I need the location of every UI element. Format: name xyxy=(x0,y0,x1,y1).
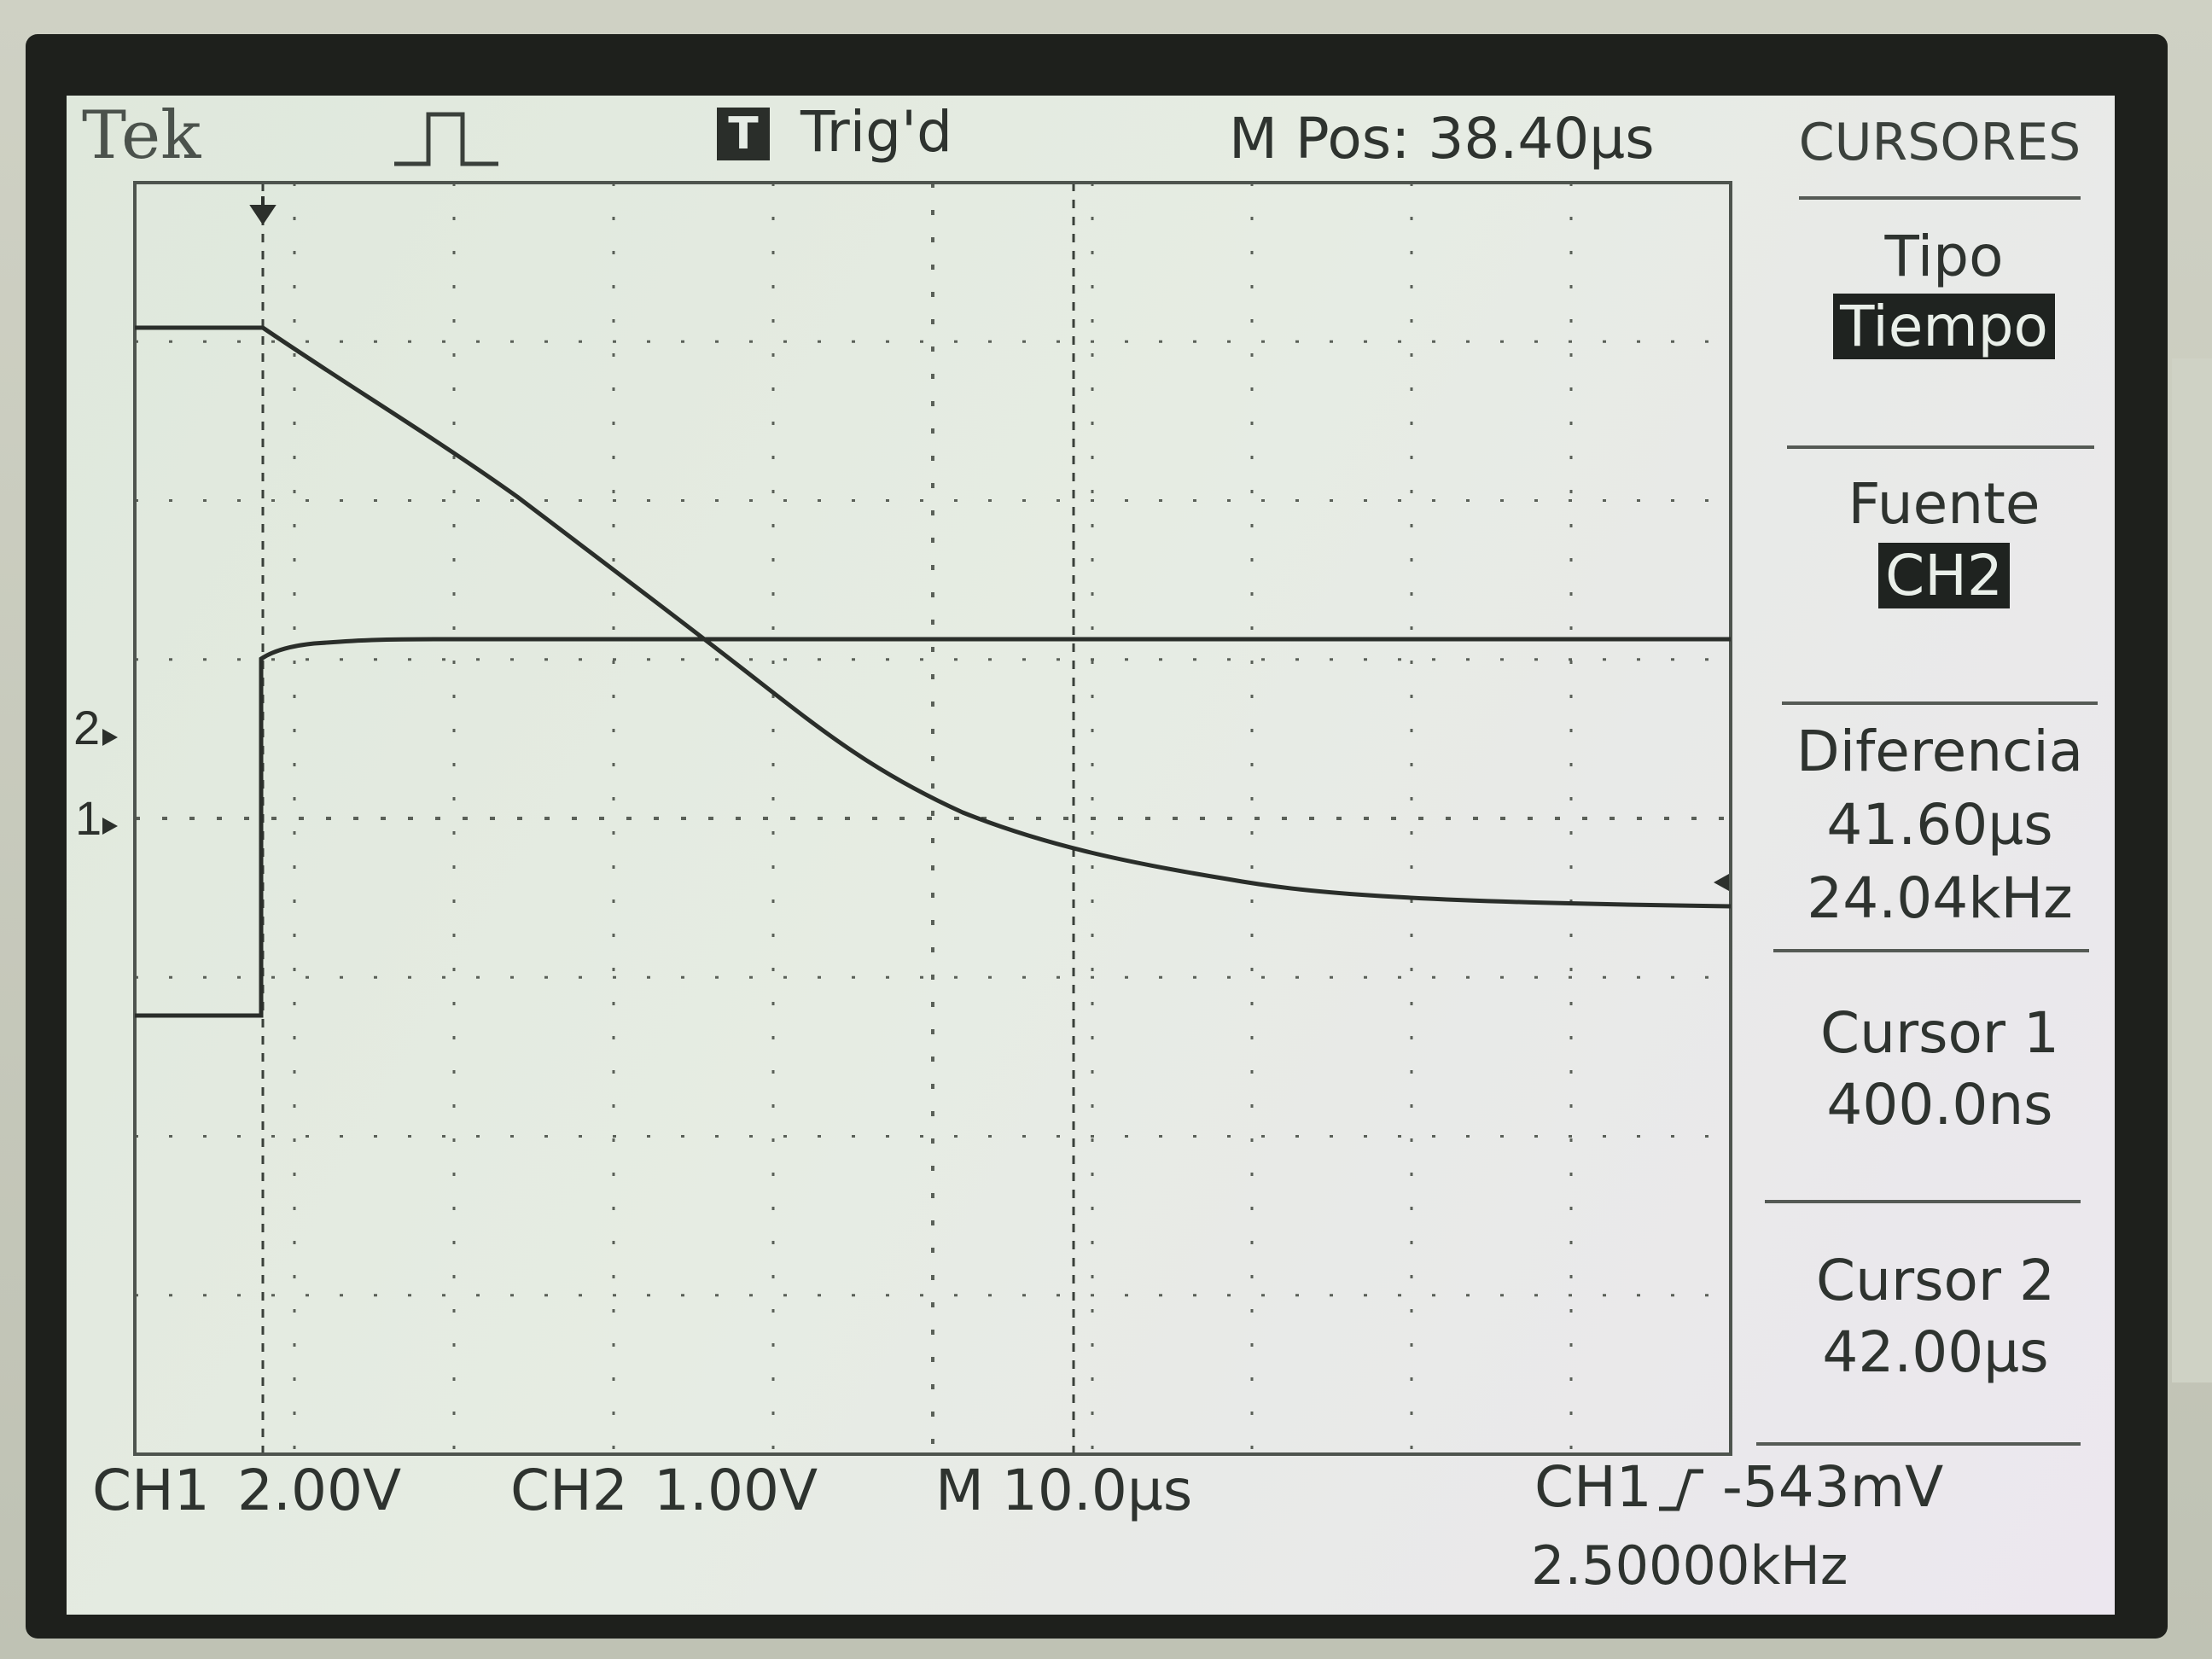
fuente-value: CH2 xyxy=(1878,543,2010,608)
menu-cursor1-panel[interactable]: Cursor 1 400.0ns xyxy=(1765,1000,2115,1154)
ch2-label: CH2 xyxy=(510,1458,628,1523)
ch1-scale: 2.00V xyxy=(237,1458,402,1523)
rising-edge-icon xyxy=(1659,1469,1703,1511)
trigger-level: -543mV xyxy=(1722,1454,1944,1520)
menu-divider xyxy=(1782,701,2098,705)
trigger-frequency: 2.50000kHz xyxy=(1531,1534,1848,1597)
fuente-label: Fuente xyxy=(1848,471,2040,537)
diferencia-label: Diferencia xyxy=(1796,719,2084,784)
graticule-border xyxy=(133,181,1732,1456)
ch1-marker-arrow-icon xyxy=(102,818,118,835)
menu-fuente-button[interactable]: Fuente CH2 xyxy=(1773,471,2115,616)
menu-cursor2-panel[interactable]: Cursor 2 42.00µs xyxy=(1756,1248,2115,1401)
graticule xyxy=(135,183,1731,1454)
ch2-scale: 1.00V xyxy=(654,1458,818,1523)
ch1-ground-marker: 1 xyxy=(75,791,102,845)
menu-divider xyxy=(1756,1442,2081,1446)
menu-divider xyxy=(1765,1200,2081,1203)
cursor2-value: 42.00µs xyxy=(1822,1319,2049,1385)
trigger-level-marker-icon xyxy=(1714,874,1729,891)
menu-diferencia-panel: Diferencia 41.60µs 24.04kHz xyxy=(1765,719,2115,940)
ch1-label: CH1 xyxy=(92,1458,210,1523)
menu-title: CURSORES xyxy=(1798,113,2081,172)
cursor2-label: Cursor 2 xyxy=(1816,1248,2055,1313)
ch2-ground-marker: 2 xyxy=(73,701,100,754)
menu-divider xyxy=(1787,445,2094,449)
diferencia-delta: 41.60µs xyxy=(1826,792,2053,858)
diferencia-freq: 24.04kHz xyxy=(1807,865,2073,931)
side-buttons-strip[interactable] xyxy=(2172,358,2212,1382)
cursor1-label: Cursor 1 xyxy=(1820,1000,2059,1066)
menu-divider xyxy=(1799,196,2081,200)
menu-divider xyxy=(1773,949,2089,952)
ch2-marker-arrow-icon xyxy=(102,729,118,746)
menu-tipo-button[interactable]: Tipo Tiempo xyxy=(1773,224,2115,360)
timebase: M 10.0µs xyxy=(935,1458,1193,1523)
waveform-plot: 2 1 xyxy=(73,181,1732,1456)
trigger-position-arrow-icon xyxy=(249,196,276,225)
scope-screen: Tek T Trig'd M Pos: 38.40µs 2 1 CURSORES… xyxy=(67,96,2115,1615)
trigger-source: CH1 xyxy=(1534,1454,1652,1520)
tipo-label: Tipo xyxy=(1884,224,2004,289)
cursor1-value: 400.0ns xyxy=(1826,1072,2053,1138)
ch2-waveform xyxy=(135,637,1731,1018)
ch1-waveform xyxy=(135,325,1732,909)
tipo-value: Tiempo xyxy=(1833,294,2055,359)
